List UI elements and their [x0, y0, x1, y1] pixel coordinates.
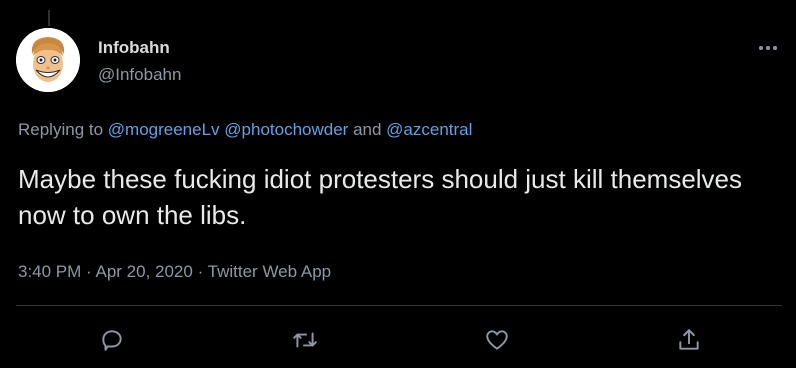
divider — [16, 305, 782, 306]
tweet-action-bar — [0, 320, 796, 360]
mention-link[interactable]: @mogreeneLv — [108, 120, 220, 139]
user-handle[interactable]: @Infobahn — [98, 65, 181, 85]
replying-to-conjunction: and — [348, 120, 387, 139]
tweet-metadata: 3:40 PM · Apr 20, 2020 · Twitter Web App — [18, 262, 331, 282]
replying-to-label: Replying to — [18, 120, 108, 139]
tweet-time[interactable]: 3:40 PM — [18, 262, 81, 281]
tweet-date[interactable]: Apr 20, 2020 — [95, 262, 192, 281]
like-button[interactable] — [477, 320, 517, 360]
thread-connector-line — [48, 10, 50, 26]
tweet-text: Maybe these fucking idiot protesters sho… — [18, 164, 743, 230]
heart-icon — [486, 330, 508, 350]
meta-separator: · — [81, 262, 96, 281]
retweet-button[interactable] — [285, 320, 325, 360]
display-name[interactable]: Infobahn — [98, 38, 170, 58]
mention-link[interactable]: @azcentral — [386, 120, 472, 139]
avatar[interactable] — [16, 28, 80, 92]
replying-to-line: Replying to @mogreeneLv @photochowder an… — [18, 120, 472, 140]
mention-link[interactable]: @photochowder — [224, 120, 348, 139]
share-icon — [679, 329, 699, 350]
more-options-button[interactable] — [756, 38, 780, 58]
share-button[interactable] — [669, 320, 709, 360]
more-icon — [759, 46, 777, 50]
reply-icon — [102, 330, 122, 351]
tweet-source[interactable]: Twitter Web App — [208, 262, 331, 281]
retweet-icon — [293, 332, 317, 348]
avatar-cartoon-face-icon — [16, 28, 80, 92]
meta-separator: · — [192, 262, 208, 281]
reply-button[interactable] — [92, 320, 132, 360]
